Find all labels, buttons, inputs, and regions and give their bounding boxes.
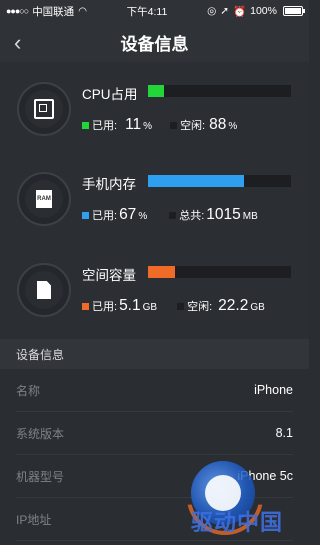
info-value: iPhone [254,383,293,397]
cpu-free-value: 88 [209,116,227,133]
memory-usage-row: RAM 手机内存 已用: 67 % 总共: 1015 MB [0,152,309,238]
memory-used-label: 已用: [92,210,118,222]
cpu-label: CPU占用 [82,87,138,102]
storage-used-value: 5.1 [119,297,141,314]
memory-total-stat: 总共: 1015 MB [169,206,258,224]
info-row: 系统版本 8.1 [16,412,293,455]
signal-strength: ●●●○○ [6,6,29,16]
storage-label: 空间容量 [82,268,136,283]
cpu-free-swatch [170,122,178,129]
page-title: 设备信息 [120,34,189,54]
memory-used-unit: % [138,211,148,222]
cpu-free-stat: 空闲: 88 % [170,116,237,134]
battery-icon [282,6,305,16]
status-bar-right: ◎ ➚ ⏰ 100% [207,5,305,18]
wifi-icon: ◠ [78,5,87,17]
cpu-usage-bar-fill [148,85,164,97]
cpu-stats: 已用: 11 % 空闲: 88 % [82,116,237,134]
info-key: IP地址 [16,512,52,527]
memory-total-value: 1015 [206,206,241,223]
cpu-free-label: 空闲: [180,120,206,132]
cpu-icon [34,99,54,119]
memory-label: 手机内存 [82,177,136,192]
storage-used-label: 已用: [92,301,118,313]
storage-ring [17,263,71,317]
chevron-left-icon[interactable]: ‹ [14,30,21,56]
watermark-text: 驱动中国 [191,510,284,535]
cpu-used-label: 已用: [92,120,118,132]
cpu-usage-bar [148,85,291,97]
memory-total-label: 总共: [179,210,205,222]
info-row: 名称 iPhone [16,369,293,412]
info-key: 机器型号 [16,469,65,484]
memory-used-value: 67 [119,206,137,223]
nav-bar: ‹ 设备信息 [0,22,309,62]
storage-free-label: 空闲: [187,301,213,313]
location-icon: ➚ [220,5,230,17]
storage-used-unit: GB [142,302,158,313]
status-bar-left: ●●●○○ 中国联通 ◠ [6,4,87,19]
storage-free-stat: 空闲: 22.2 GB [177,297,265,315]
memory-total-unit: MB [242,211,258,222]
cpu-ring [17,82,71,136]
cpu-used-stat: 已用: 11 % [82,116,152,134]
memory-ring: RAM [17,172,71,226]
storage-free-swatch [177,303,185,310]
battery-percent: 100% [250,5,277,17]
section-header: 设备信息 [0,339,309,369]
cpu-used-swatch [82,122,89,129]
carrier-name: 中国联通 [32,5,75,18]
storage-usage-row: 空间容量 已用: 5.1 GB 空闲: 22.2 GB [0,243,309,329]
ram-icon: RAM [34,189,54,209]
watermark-logo: 驱动中国 [187,459,299,539]
lock-rotation-icon: ◎ [207,5,217,17]
info-key: 系统版本 [16,426,65,441]
memory-stats: 已用: 67 % 总共: 1015 MB [82,206,258,224]
storage-stats: 已用: 5.1 GB 空闲: 22.2 GB [82,297,265,315]
memory-used-swatch [82,212,89,219]
storage-usage-bar-fill [148,266,176,278]
storage-used-stat: 已用: 5.1 GB [82,297,157,315]
storage-used-swatch [82,303,89,310]
memory-usage-bar-fill [148,175,244,187]
alarm-icon: ⏰ [233,5,247,18]
info-value: 8.1 [275,426,293,440]
cpu-used-unit: % [143,121,153,132]
storage-free-value: 22.2 [218,297,249,314]
storage-usage-bar [148,266,291,278]
cpu-free-unit: % [228,121,238,132]
memory-total-swatch [169,212,177,219]
storage-free-unit: GB [250,302,265,313]
status-time: 下午4:11 [126,5,168,18]
info-key: 名称 [16,383,41,398]
cpu-used-value: 11 [125,116,142,133]
sd-card-icon [34,280,54,300]
memory-usage-bar [148,175,291,187]
cpu-usage-row: CPU占用 已用: 11 % 空闲: 88 % [0,62,309,148]
memory-used-stat: 已用: 67 % [82,206,147,224]
status-bar: ●●●○○ 中国联通 ◠ 下午4:11 ◎ ➚ ⏰ 100% [0,0,309,22]
usage-panel: CPU占用 已用: 11 % 空闲: 88 % RAM 手机内存 已用: 67 … [0,62,309,339]
